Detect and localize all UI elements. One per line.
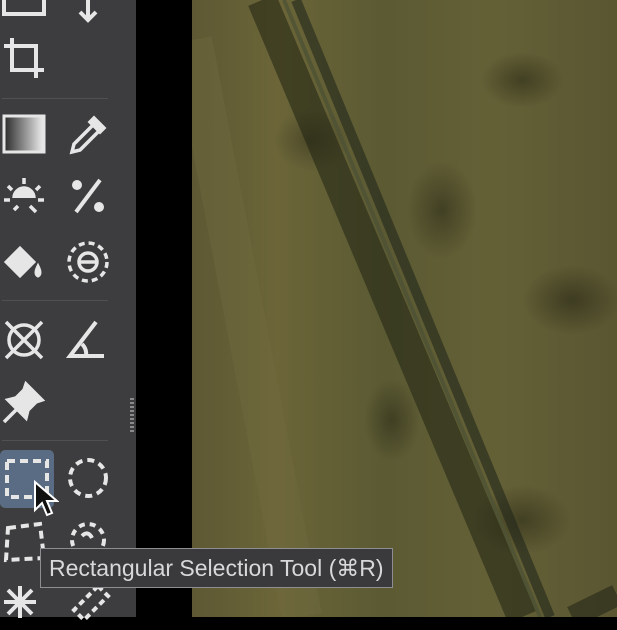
color-picker-tool[interactable]	[64, 108, 112, 160]
clone-tool[interactable]	[64, 170, 112, 222]
tools-sidebar	[0, 0, 136, 623]
gradient-tool[interactable]	[0, 108, 48, 160]
pushpin-icon	[2, 380, 46, 424]
vertical-arrows-icon	[78, 0, 98, 23]
gradient-icon	[2, 114, 46, 154]
crop-tool[interactable]	[0, 32, 48, 84]
transform-tool[interactable]	[0, 314, 48, 366]
eyedropper-icon	[69, 115, 107, 155]
toolbar-resize-handle[interactable]	[130, 398, 134, 434]
paint-bucket-icon	[3, 245, 42, 279]
canvas-gutter	[136, 0, 192, 617]
percent-icon	[72, 178, 104, 214]
transform-arrows-tool[interactable]	[64, 0, 112, 30]
canvas-texture	[192, 0, 617, 617]
separator	[2, 98, 108, 99]
separator	[2, 300, 108, 301]
crossed-circle-icon	[4, 320, 44, 360]
measure-tool[interactable]	[64, 314, 112, 366]
pin-tool[interactable]	[0, 376, 48, 428]
move-tool[interactable]	[0, 0, 48, 30]
move-arrows-icon	[2, 0, 46, 16]
mouse-pointer-icon	[34, 480, 59, 517]
dashed-target-icon	[67, 241, 109, 283]
angle-icon	[65, 320, 104, 358]
tool-tooltip: Rectangular Selection Tool (⌘R)	[40, 548, 393, 588]
flood-selection-tool[interactable]	[64, 236, 112, 288]
fill-tool[interactable]	[0, 236, 48, 288]
dashed-circle-icon	[68, 458, 108, 498]
crop-icon	[4, 38, 44, 78]
image-canvas[interactable]	[192, 0, 617, 617]
elliptical-selection-tool[interactable]	[64, 452, 112, 504]
healing-tool[interactable]	[0, 170, 48, 222]
sun-sparkle-icon	[4, 178, 44, 214]
separator	[2, 440, 108, 441]
